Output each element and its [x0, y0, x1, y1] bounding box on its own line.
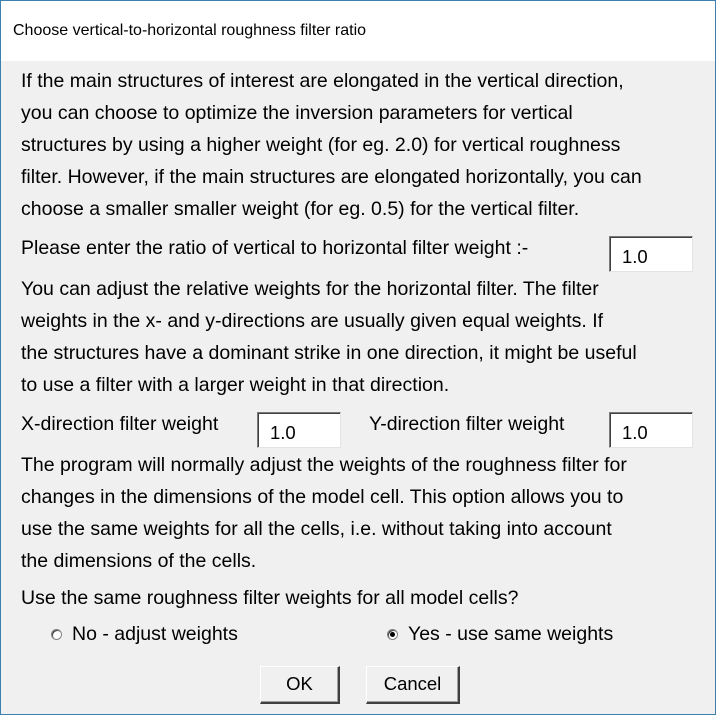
horizontal-info-line: the structures have a dominant strike in…	[21, 342, 637, 364]
horizontal-info-line: to use a filter with a larger weight in …	[21, 374, 450, 396]
radio-yes-label: Yes - use same weights	[408, 623, 614, 645]
same-weights-question: Use the same roughness filter weights fo…	[21, 587, 519, 609]
intro-line: choose a smaller smaller weight (for eg.…	[21, 198, 580, 220]
ratio-input[interactable]: 1.0	[609, 236, 693, 272]
radio-no-label: No - adjust weights	[72, 623, 238, 645]
intro-line: structures by using a higher weight (for…	[21, 134, 621, 156]
intro-line: you can choose to optimize the inversion…	[21, 102, 573, 124]
x-weight-label: X-direction filter weight	[21, 413, 219, 435]
window-title: Choose vertical-to-horizontal roughness …	[13, 22, 367, 39]
title-bar[interactable]: Choose vertical-to-horizontal roughness …	[1, 1, 715, 61]
ratio-label: Please enter the ratio of vertical to ho…	[21, 237, 529, 259]
cells-info-text: The program will normally adjust the wei…	[21, 449, 701, 577]
intro-line: If the main structures of interest are e…	[21, 70, 624, 92]
radio-button-unchecked-icon[interactable]	[51, 629, 62, 640]
radio-button-checked-icon[interactable]	[387, 629, 398, 640]
horizontal-info-line: You can adjust the relative weights for …	[21, 278, 599, 300]
ok-button[interactable]: OK	[260, 666, 340, 704]
cells-info-line: use the same weights for all the cells, …	[21, 518, 612, 540]
cells-info-line: the dimensions of the cells.	[21, 550, 257, 572]
radio-yes-same-weights[interactable]: Yes - use same weights	[387, 623, 613, 646]
horizontal-info-line: weights in the x- and y-directions are u…	[21, 310, 604, 332]
y-weight-label: Y-direction filter weight	[369, 413, 565, 435]
cancel-button[interactable]: Cancel	[366, 666, 460, 704]
intro-text: If the main structures of interest are e…	[21, 65, 701, 225]
radio-no-adjust-weights[interactable]: No - adjust weights	[51, 623, 238, 646]
intro-line: filter. However, if the main structures …	[21, 166, 642, 188]
cells-info-line: The program will normally adjust the wei…	[21, 454, 627, 476]
x-weight-input[interactable]: 1.0	[257, 412, 341, 448]
cells-info-line: changes in the dimensions of the model c…	[21, 486, 624, 508]
y-weight-input[interactable]: 1.0	[609, 412, 693, 448]
dialog-window: Choose vertical-to-horizontal roughness …	[0, 0, 716, 715]
horizontal-info-text: You can adjust the relative weights for …	[21, 273, 701, 401]
